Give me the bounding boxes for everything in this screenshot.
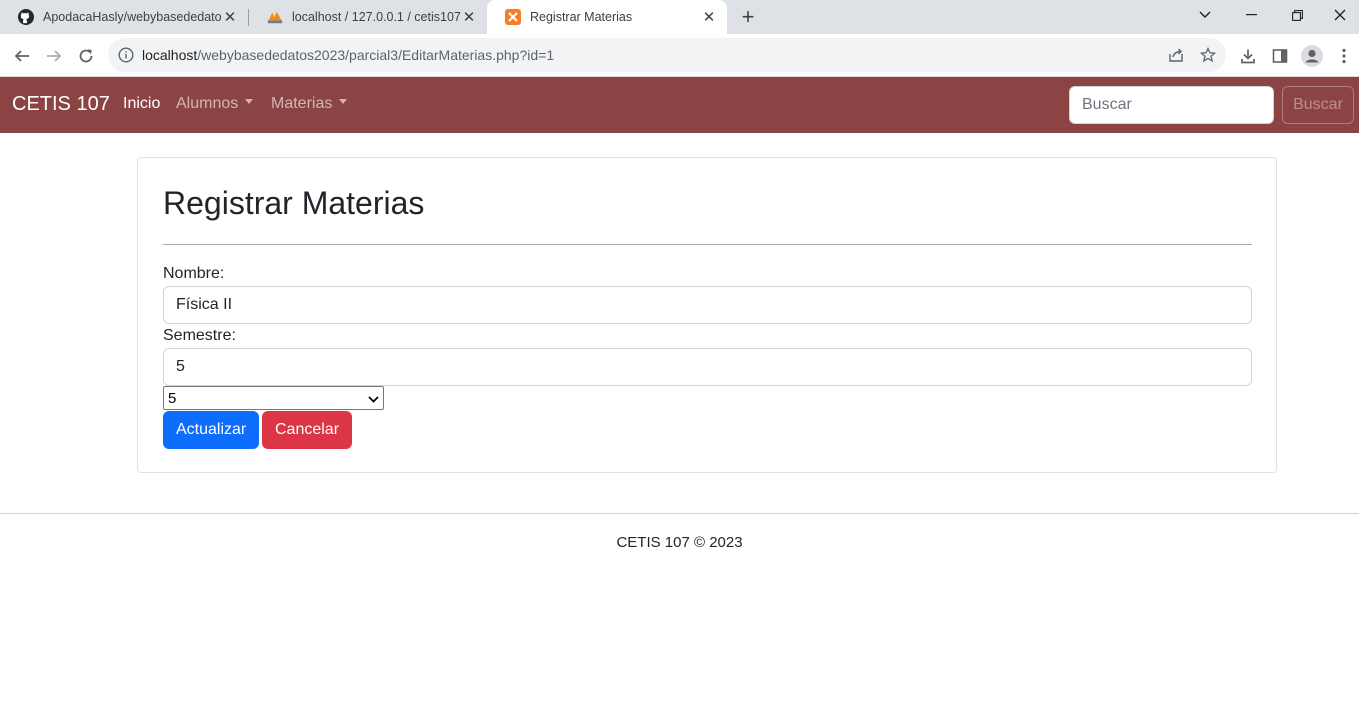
tab-search-chevron-icon[interactable]	[1182, 0, 1228, 30]
caret-down-icon	[245, 99, 254, 105]
select-chevron-down-icon	[368, 390, 379, 407]
url-path: /webybasededatos2023/parcial3/EditarMate…	[197, 47, 555, 63]
nombre-input[interactable]	[163, 286, 1252, 324]
tab-github[interactable]: ApodacaHasly/webybasededatos ✕	[0, 0, 248, 34]
back-arrow-icon[interactable]	[8, 42, 36, 70]
forward-arrow-icon[interactable]	[40, 42, 68, 70]
semestre-input[interactable]	[163, 348, 1252, 386]
nav-dropdown-label: Materias	[271, 95, 333, 112]
navbar-search-button[interactable]: Buscar	[1282, 86, 1354, 124]
side-panel-icon[interactable]	[1266, 42, 1294, 70]
title-divider	[163, 244, 1252, 245]
nombre-label: Nombre:	[163, 265, 225, 282]
close-tab-icon[interactable]: ✕	[701, 9, 717, 26]
footer-copyright: CETIS 107 © 2023	[616, 534, 743, 551]
minimize-icon[interactable]	[1228, 0, 1274, 30]
site-info-icon[interactable]	[118, 47, 134, 63]
cancelar-button[interactable]: Cancelar	[262, 411, 353, 449]
close-window-icon[interactable]	[1320, 0, 1359, 30]
nav-dropdown-materias[interactable]: Materias	[271, 95, 348, 113]
tab-title: Registrar Materias	[530, 10, 633, 24]
browser-tabstrip: ApodacaHasly/webybasededatos ✕ localhost…	[0, 0, 1359, 34]
close-tab-icon[interactable]: ✕	[222, 9, 238, 26]
phpmyadmin-icon	[267, 9, 283, 25]
bookmark-star-icon[interactable]	[1199, 46, 1217, 64]
xampp-icon	[505, 9, 521, 25]
footer-divider	[0, 513, 1359, 514]
tab-phpmyadmin[interactable]: localhost / 127.0.0.1 / cetis107 / ✕	[249, 0, 487, 34]
reload-icon[interactable]	[72, 42, 100, 70]
download-icon[interactable]	[1234, 42, 1262, 70]
profile-avatar-icon[interactable]	[1298, 42, 1326, 70]
site-navbar: CETIS 107 Inicio Alumnos Materias Buscar	[0, 77, 1359, 133]
nav-dropdown-alumnos[interactable]: Alumnos	[176, 95, 254, 113]
browser-toolbar: localhost/webybasededatos2023/parcial3/E…	[0, 34, 1359, 77]
tab-registrar-materias[interactable]: Registrar Materias ✕	[487, 0, 727, 34]
nav-link-inicio[interactable]: Inicio	[123, 95, 160, 113]
menu-kebab-icon[interactable]	[1330, 42, 1358, 70]
share-icon[interactable]	[1167, 46, 1185, 64]
semestre-label: Semestre:	[163, 327, 236, 344]
new-tab-plus-icon[interactable]: +	[736, 4, 760, 29]
caret-down-icon	[339, 99, 348, 105]
navbar-brand[interactable]: CETIS 107	[12, 93, 110, 116]
address-bar[interactable]: localhost/webybasededatos2023/parcial3/E…	[108, 38, 1226, 72]
form-card: Registrar Materias Nombre: Semestre: 5 A…	[137, 157, 1277, 473]
semestre-select-value: 5	[168, 389, 177, 407]
semestre-select[interactable]: 5	[163, 386, 384, 410]
tab-title: localhost / 127.0.0.1 / cetis107 /	[292, 10, 461, 24]
actualizar-button[interactable]: Actualizar	[163, 411, 260, 449]
github-icon	[18, 9, 34, 25]
close-tab-icon[interactable]: ✕	[461, 9, 477, 26]
url-host: localhost	[142, 47, 198, 63]
navbar-search-input[interactable]	[1069, 86, 1274, 124]
nav-dropdown-label: Alumnos	[176, 95, 239, 112]
page-title: Registrar Materias	[163, 185, 425, 221]
tab-title: ApodacaHasly/webybasededatos	[43, 10, 222, 24]
restore-icon[interactable]	[1274, 0, 1320, 30]
url-text[interactable]: localhost/webybasededatos2023/parcial3/E…	[142, 47, 554, 63]
